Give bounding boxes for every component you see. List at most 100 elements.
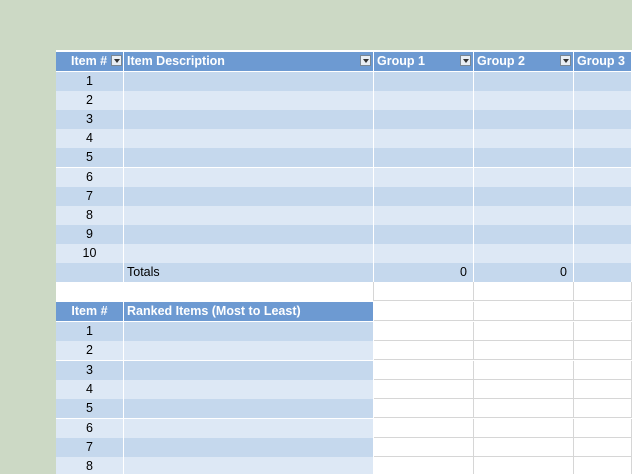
- ranked-item-cell[interactable]: [124, 418, 374, 438]
- group1-cell[interactable]: [374, 129, 474, 149]
- group1-cell[interactable]: [374, 205, 474, 225]
- group2-cell[interactable]: [474, 243, 574, 263]
- blank-cell[interactable]: [56, 282, 124, 301]
- totals-item-cell[interactable]: [56, 263, 124, 282]
- blank-cell[interactable]: [474, 360, 574, 380]
- blank-cell[interactable]: [374, 302, 474, 321]
- item-number-cell[interactable]: 5: [56, 148, 124, 168]
- filter-dropdown-icon[interactable]: [560, 55, 571, 66]
- group1-cell[interactable]: [374, 91, 474, 111]
- group3-cell[interactable]: [574, 224, 632, 244]
- group3-cell[interactable]: [574, 148, 632, 168]
- description-cell[interactable]: [124, 148, 374, 168]
- col-header-rank-item[interactable]: Item #: [56, 302, 124, 321]
- blank-cell[interactable]: [474, 399, 574, 419]
- group2-cell[interactable]: [474, 224, 574, 244]
- item-number-cell[interactable]: 6: [56, 167, 124, 187]
- description-cell[interactable]: [124, 243, 374, 263]
- blank-cell[interactable]: [374, 457, 474, 474]
- group2-cell[interactable]: [474, 186, 574, 206]
- group2-cell[interactable]: [474, 110, 574, 130]
- totals-group2[interactable]: 0: [474, 263, 574, 282]
- blank-cell[interactable]: [474, 379, 574, 399]
- description-cell[interactable]: [124, 91, 374, 111]
- group3-cell[interactable]: [574, 72, 632, 91]
- blank-cell[interactable]: [474, 418, 574, 438]
- group3-cell[interactable]: [574, 205, 632, 225]
- blank-cell[interactable]: [474, 457, 574, 474]
- blank-cell[interactable]: [574, 457, 632, 474]
- totals-group3[interactable]: [574, 263, 632, 282]
- group1-cell[interactable]: [374, 72, 474, 91]
- group1-cell[interactable]: [374, 110, 474, 130]
- blank-cell[interactable]: [374, 341, 474, 361]
- group3-cell[interactable]: [574, 243, 632, 263]
- group1-cell[interactable]: [374, 186, 474, 206]
- ranked-item-cell[interactable]: [124, 379, 374, 399]
- blank-cell[interactable]: [574, 322, 632, 341]
- blank-cell[interactable]: [374, 322, 474, 341]
- blank-cell[interactable]: [574, 302, 632, 321]
- rank-number-cell[interactable]: 7: [56, 437, 124, 457]
- col-header-group2[interactable]: Group 2: [474, 52, 574, 71]
- group3-cell[interactable]: [574, 91, 632, 111]
- rank-number-cell[interactable]: 2: [56, 341, 124, 361]
- blank-cell[interactable]: [574, 379, 632, 399]
- col-header-group3[interactable]: Group 3: [574, 52, 632, 71]
- description-cell[interactable]: [124, 167, 374, 187]
- group2-cell[interactable]: [474, 148, 574, 168]
- blank-cell[interactable]: [574, 360, 632, 380]
- item-number-cell[interactable]: 7: [56, 186, 124, 206]
- col-header-description[interactable]: Item Description: [124, 52, 374, 71]
- ranked-item-cell[interactable]: [124, 437, 374, 457]
- blank-cell[interactable]: [474, 341, 574, 361]
- group1-cell[interactable]: [374, 243, 474, 263]
- group1-cell[interactable]: [374, 224, 474, 244]
- blank-cell[interactable]: [574, 437, 632, 457]
- description-cell[interactable]: [124, 186, 374, 206]
- ranked-item-cell[interactable]: [124, 399, 374, 419]
- ranked-item-cell[interactable]: [124, 457, 374, 474]
- blank-cell[interactable]: [374, 360, 474, 380]
- ranked-item-cell[interactable]: [124, 360, 374, 380]
- rank-number-cell[interactable]: 6: [56, 418, 124, 438]
- totals-label[interactable]: Totals: [124, 263, 374, 282]
- description-cell[interactable]: [124, 129, 374, 149]
- group2-cell[interactable]: [474, 167, 574, 187]
- ranked-item-cell[interactable]: [124, 322, 374, 341]
- description-cell[interactable]: [124, 205, 374, 225]
- ranked-item-cell[interactable]: [124, 341, 374, 361]
- blank-cell[interactable]: [474, 302, 574, 321]
- group3-cell[interactable]: [574, 129, 632, 149]
- blank-cell[interactable]: [374, 418, 474, 438]
- blank-cell[interactable]: [574, 399, 632, 419]
- description-cell[interactable]: [124, 224, 374, 244]
- item-number-cell[interactable]: 8: [56, 205, 124, 225]
- item-number-cell[interactable]: 9: [56, 224, 124, 244]
- filter-dropdown-icon[interactable]: [460, 55, 471, 66]
- blank-cell[interactable]: [574, 418, 632, 438]
- blank-cell[interactable]: [374, 437, 474, 457]
- item-number-cell[interactable]: 3: [56, 110, 124, 130]
- col-header-ranked-items[interactable]: Ranked Items (Most to Least): [124, 302, 374, 321]
- group2-cell[interactable]: [474, 129, 574, 149]
- group1-cell[interactable]: [374, 167, 474, 187]
- rank-number-cell[interactable]: 5: [56, 399, 124, 419]
- rank-number-cell[interactable]: 3: [56, 360, 124, 380]
- blank-cell[interactable]: [374, 399, 474, 419]
- item-number-cell[interactable]: 1: [56, 72, 124, 91]
- blank-cell[interactable]: [574, 282, 632, 301]
- col-header-group1[interactable]: Group 1: [374, 52, 474, 71]
- description-cell[interactable]: [124, 72, 374, 91]
- filter-dropdown-icon[interactable]: [111, 55, 122, 66]
- blank-cell[interactable]: [474, 282, 574, 301]
- rank-number-cell[interactable]: 4: [56, 379, 124, 399]
- blank-cell[interactable]: [374, 282, 474, 301]
- group2-cell[interactable]: [474, 91, 574, 111]
- rank-number-cell[interactable]: 1: [56, 322, 124, 341]
- group3-cell[interactable]: [574, 167, 632, 187]
- group3-cell[interactable]: [574, 186, 632, 206]
- item-number-cell[interactable]: 2: [56, 91, 124, 111]
- rank-number-cell[interactable]: 8: [56, 457, 124, 474]
- group1-cell[interactable]: [374, 148, 474, 168]
